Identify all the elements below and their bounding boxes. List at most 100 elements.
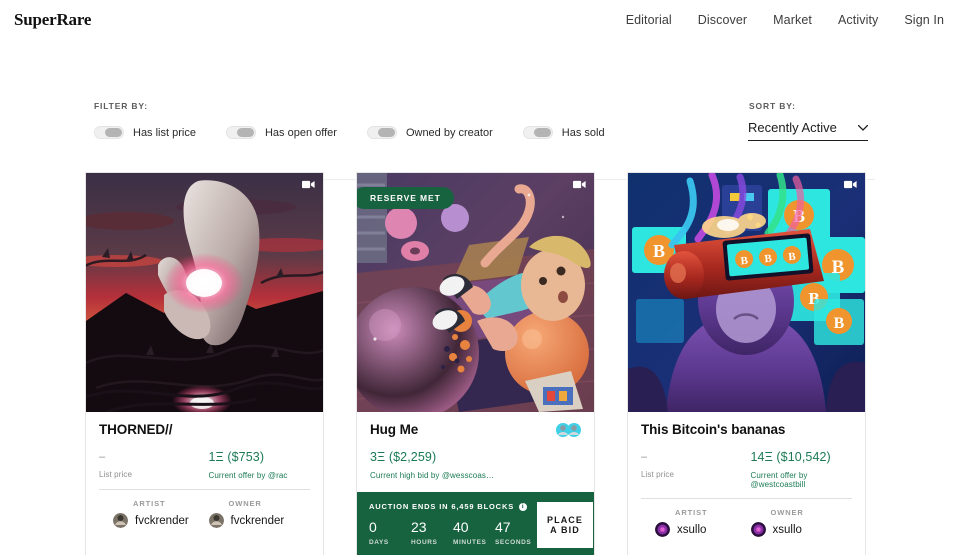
- countdown-timer: 0 DAYS 23 HOURS 40 MINUTES 47 SECONDS: [369, 519, 537, 546]
- artwork-image-thorned: [86, 173, 323, 412]
- video-camera-icon: [573, 180, 586, 189]
- toggle-switch[interactable]: [522, 126, 553, 139]
- current-offer-block: 14Ξ ($10,542) Current offer by @westcoas…: [747, 450, 853, 489]
- svg-text:B: B: [653, 241, 665, 261]
- countdown-label: DAYS: [369, 539, 389, 546]
- current-offer-value: 1Ξ ($753): [208, 450, 265, 464]
- svg-text:B: B: [834, 315, 845, 332]
- owner-name[interactable]: fvckrender: [231, 515, 285, 527]
- artist-name[interactable]: fvckrender: [135, 515, 189, 527]
- card-price-row: 3Ξ ($2,259) Current high bid by @wesscoa…: [370, 450, 581, 480]
- list-price-label: List price: [99, 470, 133, 479]
- auction-countdown-block: AUCTION ENDS IN 6,459 BLOCKS i 0 DAYS 23…: [369, 502, 537, 546]
- nav-link-sign-in[interactable]: Sign In: [904, 13, 944, 27]
- list-price-label: List price: [641, 470, 675, 479]
- list-price-block: – List price: [641, 450, 747, 489]
- site-header: SuperRare Editorial Discover Market Acti…: [0, 0, 960, 40]
- main-nav: Editorial Discover Market Activity Sign …: [626, 13, 944, 27]
- list-price-value: –: [99, 451, 106, 463]
- toggle-switch[interactable]: [94, 126, 124, 139]
- card-body: THORNED// – List price 1Ξ ($753) Current…: [86, 412, 323, 540]
- filter-by-label: FILTER BY:: [94, 101, 148, 111]
- filter-toggle-has-sold[interactable]: Has sold: [522, 126, 605, 139]
- owner-row: fvckrender: [208, 513, 311, 528]
- filter-toggle-label: Owned by creator: [405, 126, 493, 139]
- filter-toggle-label: Has list price: [133, 126, 196, 139]
- card-title-row: This Bitcoin's bananas: [641, 422, 852, 437]
- card-title-row: THORNED//: [99, 422, 310, 437]
- owner-name[interactable]: xsullo: [773, 524, 802, 536]
- card-body: This Bitcoin's bananas – List price 14Ξ …: [628, 412, 865, 549]
- card-people-row: ARTIST fvckrender OWNER fvckrender: [99, 490, 310, 540]
- toggle-knob: [533, 128, 551, 137]
- artwork-card[interactable]: THORNED// – List price 1Ξ ($753) Current…: [85, 172, 324, 555]
- filter-toggle-owned-by-creator[interactable]: Owned by creator: [366, 126, 493, 139]
- sort-select[interactable]: Recently Active: [748, 120, 868, 141]
- avatar: [113, 513, 128, 528]
- artwork-title[interactable]: THORNED//: [99, 422, 172, 437]
- list-price-block: – List price: [99, 450, 205, 480]
- site-logo[interactable]: SuperRare: [14, 10, 91, 30]
- filter-toggle-group: Has list price Has open offer Owned by c…: [94, 126, 635, 139]
- place-a-bid-button[interactable]: PLACE A BID: [537, 502, 594, 548]
- owner-block[interactable]: OWNER xsullo: [747, 508, 853, 537]
- toggle-knob: [236, 128, 254, 137]
- artwork-thumbnail[interactable]: B B B B B B B B: [628, 173, 865, 412]
- card-people-row: ARTIST xsullo OWNER xsullo: [641, 499, 852, 549]
- artwork-grid: THORNED// – List price 1Ξ ($753) Current…: [0, 172, 960, 555]
- auction-headline-row: AUCTION ENDS IN 6,459 BLOCKS i: [369, 502, 537, 511]
- nav-link-market[interactable]: Market: [773, 13, 812, 27]
- artist-block[interactable]: ARTIST xsullo: [641, 508, 747, 537]
- countdown-seconds: 47 SECONDS: [495, 519, 537, 546]
- artist-role-label: ARTIST: [675, 508, 708, 517]
- owner-row: xsullo: [750, 522, 853, 537]
- artwork-title[interactable]: Hug Me: [370, 422, 418, 437]
- page-root: SuperRare Editorial Discover Market Acti…: [0, 0, 960, 555]
- countdown-value: 23: [411, 519, 427, 535]
- artwork-thumbnail[interactable]: [86, 173, 323, 412]
- toggle-switch[interactable]: [366, 126, 397, 139]
- current-offer-block: 1Ξ ($753) Current offer by @rac: [205, 450, 311, 480]
- artwork-title[interactable]: This Bitcoin's bananas: [641, 422, 785, 437]
- current-bid-block: 3Ξ ($2,259) Current high bid by @wesscoa…: [370, 450, 581, 480]
- auction-headline: AUCTION ENDS IN 6,459 BLOCKS: [369, 502, 515, 511]
- countdown-minutes: 40 MINUTES: [453, 519, 495, 546]
- chevron-down-icon: [858, 124, 868, 131]
- artist-name[interactable]: xsullo: [677, 524, 706, 536]
- countdown-days: 0 DAYS: [369, 519, 411, 546]
- countdown-label: HOURS: [411, 539, 438, 546]
- artist-row: fvckrender: [113, 513, 205, 528]
- sort-select-value: Recently Active: [748, 120, 837, 135]
- artist-role-label: ARTIST: [133, 499, 166, 508]
- nav-link-editorial[interactable]: Editorial: [626, 13, 672, 27]
- current-offer-value: 14Ξ ($10,542): [750, 450, 831, 464]
- artist-block[interactable]: ARTIST fvckrender: [99, 499, 205, 528]
- countdown-label: MINUTES: [453, 539, 487, 546]
- nav-link-discover[interactable]: Discover: [698, 13, 747, 27]
- artwork-thumbnail[interactable]: RESERVE MET: [357, 173, 594, 412]
- info-icon[interactable]: i: [519, 502, 528, 511]
- nav-link-activity[interactable]: Activity: [838, 13, 878, 27]
- toggle-knob: [377, 128, 395, 137]
- card-title-row: Hug Me: [370, 422, 581, 437]
- avatar: [655, 522, 670, 537]
- video-camera-icon: [844, 180, 857, 189]
- avatar: [567, 422, 581, 437]
- toggle-switch[interactable]: [225, 126, 256, 139]
- card-body: Hug Me 3Ξ ($2,259) Current high bid by @…: [357, 412, 594, 491]
- card-price-row: – List price 1Ξ ($753) Current offer by …: [99, 450, 310, 480]
- owner-block[interactable]: OWNER fvckrender: [205, 499, 311, 528]
- filter-toggle-has-list-price[interactable]: Has list price: [94, 126, 196, 139]
- artwork-card[interactable]: B B B B B B B B This Bitcoin's bananas –…: [627, 172, 866, 555]
- filter-toggle-has-open-offer[interactable]: Has open offer: [225, 126, 337, 139]
- artwork-image-bitcoin-bananas: B B B B B B B B: [628, 173, 865, 412]
- card-price-row: – List price 14Ξ ($10,542) Current offer…: [641, 450, 852, 489]
- filter-bar: FILTER BY: Has list price Has open offer…: [0, 40, 960, 180]
- filter-toggle-label: Has open offer: [264, 126, 337, 139]
- artist-row: xsullo: [655, 522, 747, 537]
- auction-strip: AUCTION ENDS IN 6,459 BLOCKS i 0 DAYS 23…: [357, 492, 594, 555]
- artwork-card[interactable]: RESERVE MET Hug Me 3Ξ ($2,259) Current h…: [356, 172, 595, 555]
- list-price-value: –: [641, 451, 648, 463]
- countdown-value: 40: [453, 519, 469, 535]
- bidder-avatars: [556, 422, 581, 437]
